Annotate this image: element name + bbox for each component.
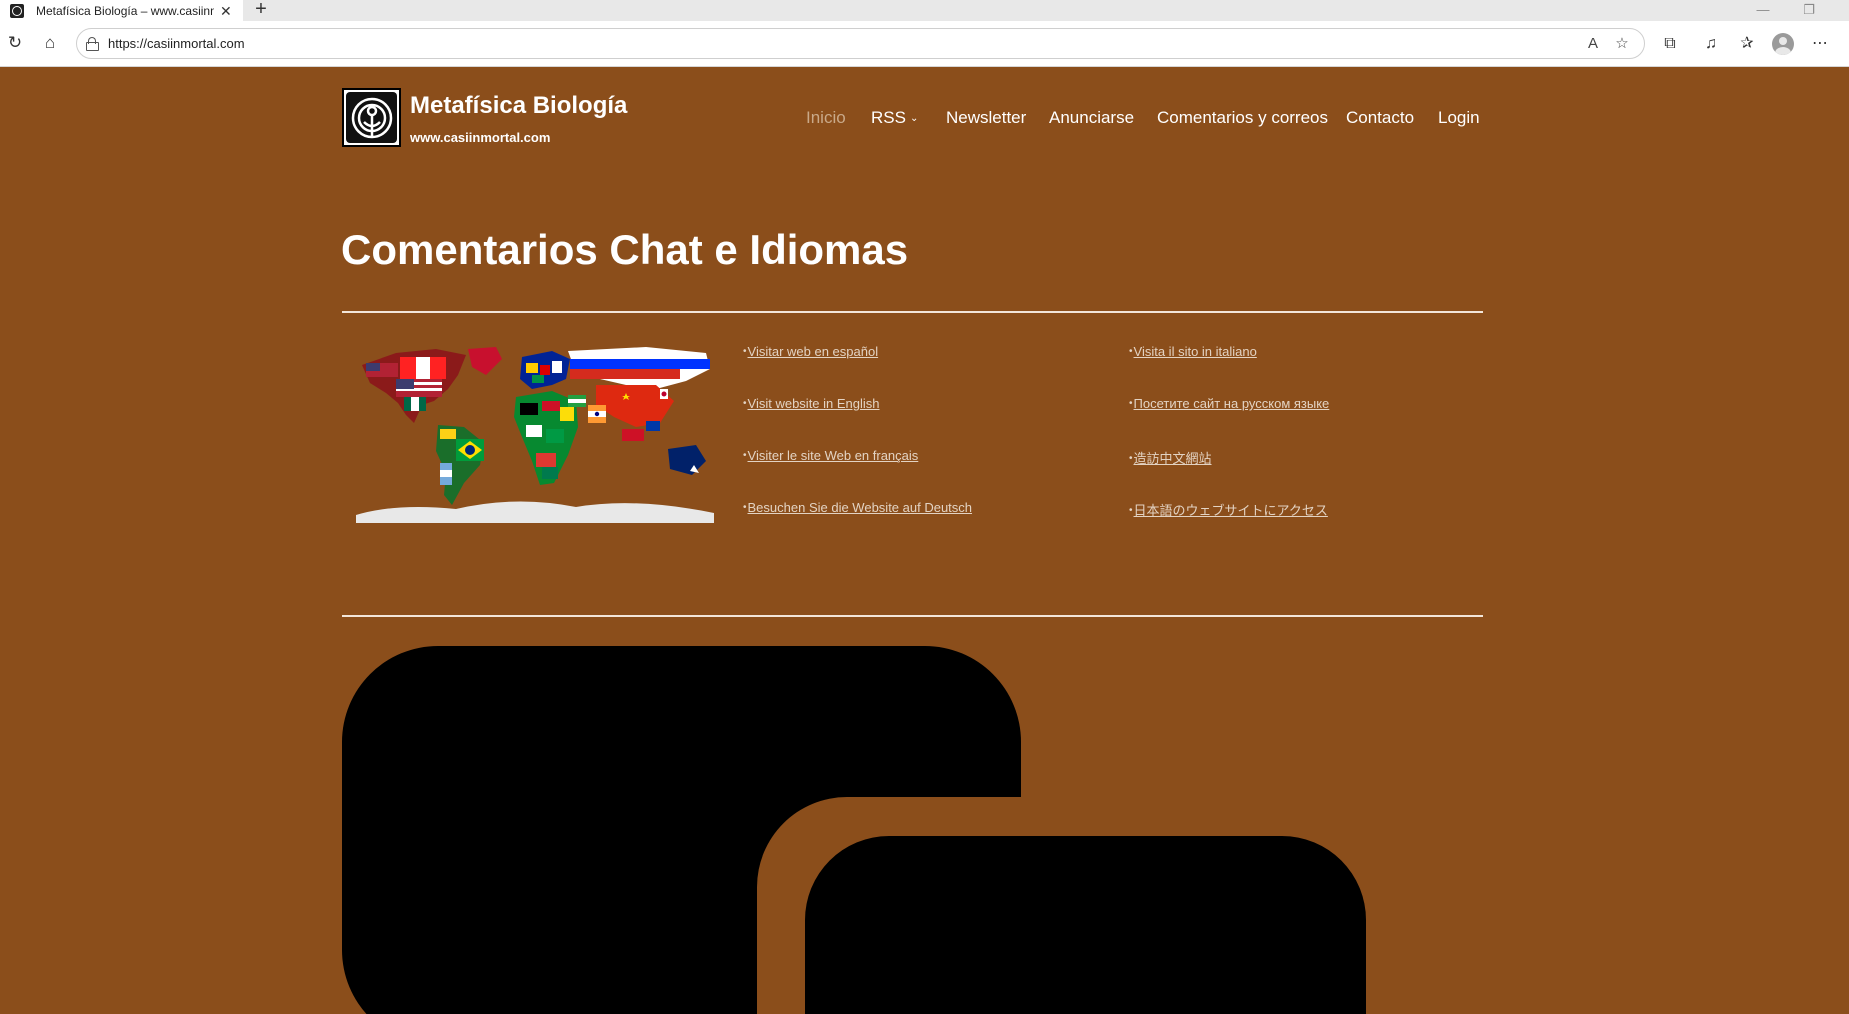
lang-link-chinese[interactable]: •造訪中文網站 [1129, 448, 1212, 467]
nav-item-contacto[interactable]: Contacto [1346, 108, 1414, 128]
more-icon[interactable]: ⋯ [1809, 33, 1831, 55]
nav-item-anunciarse[interactable]: Anunciarse [1049, 108, 1134, 128]
restore-button[interactable]: ❐ [1789, 0, 1829, 21]
lang-link-italian[interactable]: •Visita il sito in italiano [1129, 344, 1257, 359]
lang-link-text[interactable]: 造訪中文網站 [1134, 451, 1212, 466]
url-text[interactable]: https://casiinmortal.com [108, 36, 245, 51]
nav-item-inicio[interactable]: Inicio [806, 108, 846, 128]
nav-item-newsletter[interactable]: Newsletter [946, 108, 1026, 128]
lang-link-french[interactable]: •Visiter le site Web en français [743, 448, 918, 463]
world-flags-map [356, 347, 714, 523]
main-navigation: Inicio RSS ⌄ Newsletter Anunciarse Coment… [0, 108, 1849, 132]
media-icon[interactable]: ♫ [1700, 33, 1722, 55]
read-aloud-icon[interactable]: A [1584, 35, 1602, 53]
lang-link-text[interactable]: Besuchen Sie die Website auf Deutsch [748, 500, 973, 515]
bullet-icon: • [1129, 453, 1133, 464]
bullet-icon: • [1129, 505, 1133, 516]
lang-link-text[interactable]: Visiter le site Web en français [748, 448, 919, 463]
favorites-icon[interactable]: ✰ [1736, 33, 1758, 55]
home-icon[interactable]: ⌂ [39, 32, 61, 54]
lang-link-english[interactable]: •Visit website in English [743, 396, 880, 411]
tab-close-icon[interactable]: ✕ [220, 4, 232, 18]
bullet-icon: • [743, 450, 747, 461]
divider-bottom [342, 615, 1483, 617]
page-title: Comentarios Chat e Idiomas [341, 226, 909, 273]
refresh-icon[interactable]: ↻ [4, 32, 26, 54]
site-favicon-icon [10, 3, 24, 18]
bullet-icon: • [743, 502, 747, 513]
divider-top [342, 311, 1483, 313]
browser-tab[interactable]: Metafísica Biología – www.casiinmortal.c… [0, 0, 243, 21]
favorite-star-icon[interactable]: ☆ [1613, 35, 1631, 53]
nav-item-rss-label: RSS [871, 108, 906, 127]
web-page: Metafísica Biología www.casiinmortal.com… [0, 68, 1849, 1014]
browser-toolbar: ↻ ⌂ https://casiinmortal.com A ☆ ⧉ ♫ ✰ ⋯ [0, 21, 1849, 67]
lang-link-german[interactable]: •Besuchen Sie die Website auf Deutsch [743, 500, 972, 515]
chevron-down-icon: ⌄ [909, 113, 919, 124]
lang-link-text[interactable]: 日本語のウェブサイトにアクセス [1134, 503, 1328, 518]
address-bar[interactable]: https://casiinmortal.com A ☆ [76, 28, 1645, 59]
minimize-button[interactable]: — [1743, 0, 1783, 21]
site-tagline: www.casiinmortal.com [410, 130, 551, 145]
profile-icon[interactable] [1772, 33, 1794, 55]
browser-tab-bar: Metafísica Biología – www.casiinmortal.c… [0, 0, 1849, 21]
bullet-icon: • [743, 398, 747, 409]
nav-item-login[interactable]: Login [1438, 108, 1480, 128]
lang-link-text[interactable]: Посетите сайт на русском языке [1134, 396, 1330, 411]
lang-link-russian[interactable]: •Посетите сайт на русском языке [1129, 396, 1329, 411]
lock-icon[interactable] [86, 37, 99, 51]
nav-item-comentarios-y-correos[interactable]: Comentarios y correos [1157, 108, 1328, 128]
extensions-icon[interactable]: ⧉ [1659, 33, 1681, 55]
bullet-icon: • [743, 346, 747, 357]
lang-link-text[interactable]: Visita il sito in italiano [1134, 344, 1257, 359]
lang-link-text[interactable]: Visit website in English [748, 396, 880, 411]
new-tab-button[interactable]: + [252, 0, 270, 21]
bullet-icon: • [1129, 346, 1133, 357]
decorative-block-small [805, 836, 1366, 1014]
lang-link-spanish[interactable]: •Visitar web en español [743, 344, 878, 359]
lang-link-text[interactable]: Visitar web en español [748, 344, 879, 359]
nav-item-rss[interactable]: RSS ⌄ [871, 108, 918, 128]
tab-title: Metafísica Biología – www.casiinmortal.c… [36, 3, 214, 18]
bullet-icon: • [1129, 398, 1133, 409]
lang-link-japanese[interactable]: •日本語のウェブサイトにアクセス [1129, 500, 1328, 519]
